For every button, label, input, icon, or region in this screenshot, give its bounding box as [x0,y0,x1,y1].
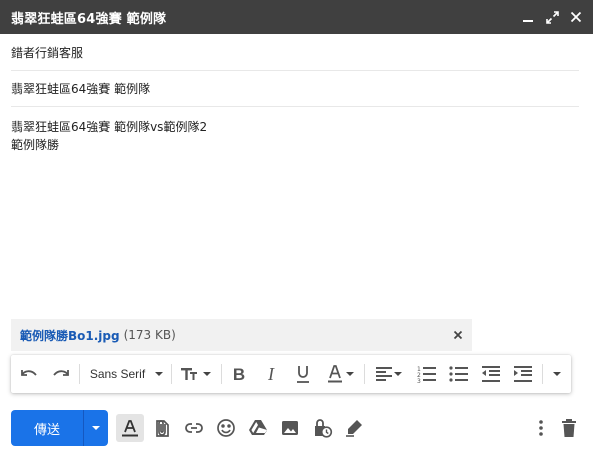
from-field[interactable]: 錯者行銷客服 [11,35,579,71]
window-controls [519,0,585,34]
formatting-options-icon[interactable] [116,414,144,442]
bold-icon[interactable]: B [227,362,251,386]
indent-less-icon[interactable] [479,362,503,386]
minimize-icon[interactable] [519,8,537,26]
subject-field[interactable]: 翡翠狂蛙區64強賽 範例隊 [11,71,579,107]
body-line: 範例隊勝 [11,138,60,152]
send-button[interactable]: 傳送 [11,410,83,446]
numbered-list-icon[interactable]: 1 2 3 [415,362,439,386]
discard-draft-trash-icon[interactable] [557,416,581,440]
text-size-icon [181,368,197,380]
font-size-button[interactable] [177,362,215,386]
chevron-down-icon [155,372,164,376]
toolbar-divider [79,364,80,384]
svg-text:I: I [267,365,275,383]
insert-emoji-icon[interactable] [214,416,238,440]
attachment-name[interactable]: 範例隊勝Bo1.jpg [20,327,120,344]
formatting-toolbar: Sans Serif B I 1 2 3 [11,355,571,393]
font-family-value: Sans Serif [89,367,146,381]
more-formatting-chevron-icon[interactable] [548,362,566,386]
message-body[interactable]: 翡翠狂蛙區64強賽 範例隊vs範例隊2 範例隊勝 [11,118,571,154]
subject-value: 翡翠狂蛙區64強賽 範例隊 [11,82,151,96]
chevron-down-icon [203,372,211,376]
attach-file-icon[interactable] [150,416,174,440]
indent-more-icon[interactable] [511,362,535,386]
align-button[interactable] [371,362,407,386]
compose-titlebar[interactable]: 翡翠狂蛙區64強賽 範例隊 [0,0,593,34]
remove-attachment-icon[interactable] [450,327,466,343]
send-options-chevron-icon[interactable] [84,410,108,446]
insert-photo-icon[interactable] [278,416,302,440]
window-title: 翡翠狂蛙區64強賽 範例隊 [11,11,167,27]
redo-icon[interactable] [49,362,73,386]
italic-icon[interactable]: I [259,362,283,386]
send-button-group: 傳送 [11,410,108,446]
svg-text:3: 3 [417,378,421,383]
confidential-mode-icon[interactable] [310,416,334,440]
text-color-button[interactable] [323,362,357,386]
svg-text:B: B [233,365,245,383]
text-color-icon [328,365,342,383]
undo-icon[interactable] [17,362,41,386]
insert-link-icon[interactable] [182,416,206,440]
chevron-down-icon [394,372,402,376]
underline-icon[interactable] [291,362,315,386]
bulleted-list-icon[interactable] [447,362,471,386]
insert-signature-icon[interactable] [342,416,366,440]
close-icon[interactable] [567,8,585,26]
attachment-size: (173 KB) [123,328,176,342]
fullscreen-icon[interactable] [543,8,561,26]
font-family-select[interactable]: Sans Serif [87,362,167,386]
chevron-down-icon [346,372,354,376]
toolbar-divider [542,364,543,384]
more-options-icon[interactable] [529,416,553,440]
toolbar-divider [221,364,222,384]
google-drive-icon[interactable] [246,416,270,440]
toolbar-divider [171,364,172,384]
body-line: 翡翠狂蛙區64強賽 範例隊vs範例隊2 [11,120,208,134]
toolbar-divider [364,364,365,384]
from-value: 錯者行銷客服 [11,46,84,60]
attachment-chip[interactable]: 範例隊勝Bo1.jpg (173 KB) [11,319,472,351]
align-left-icon [376,367,392,381]
